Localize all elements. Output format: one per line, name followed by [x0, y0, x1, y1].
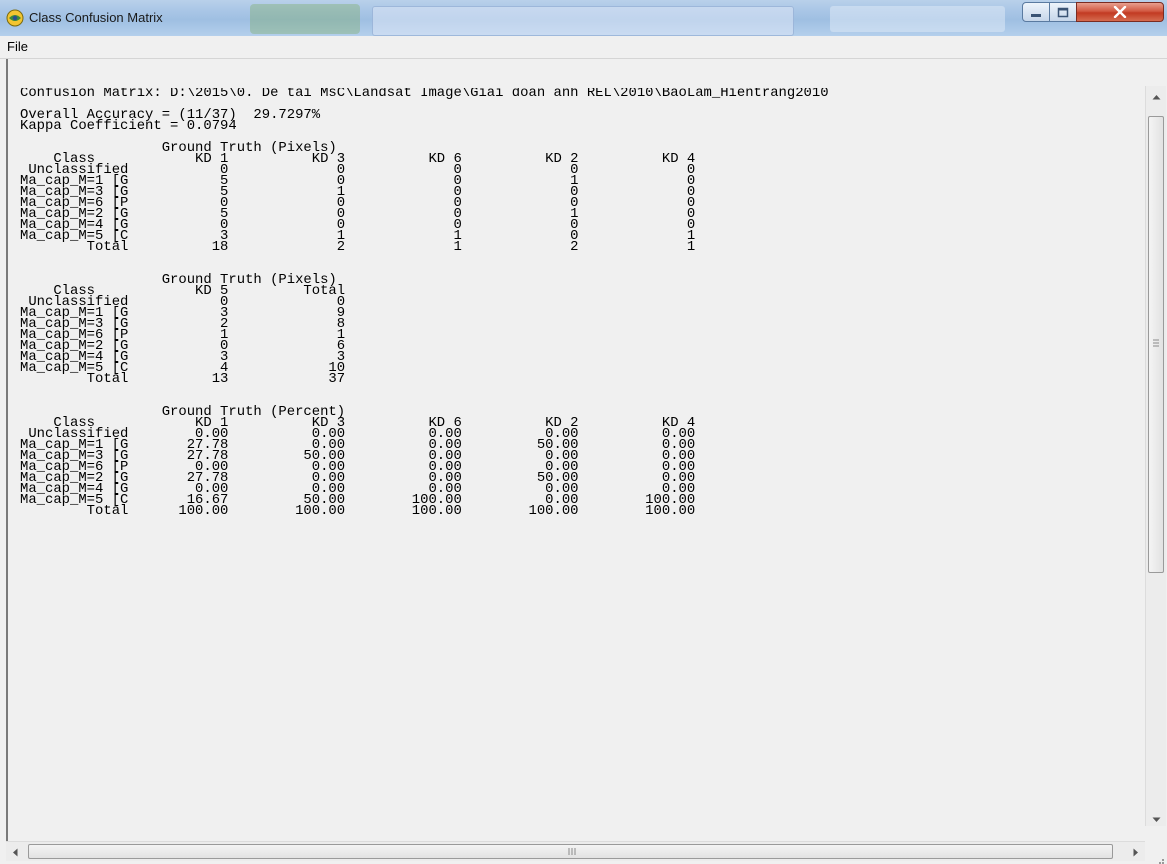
- report-line: Confusion Matrix: D:\2015\0. De tai MsC\…: [20, 88, 829, 101]
- scroll-up-button[interactable]: [1146, 86, 1166, 103]
- confusion-matrix-window: Class Confusion Matrix File Confusion Ma…: [0, 0, 1167, 864]
- background-tab-blur: [830, 6, 1005, 32]
- minimize-button[interactable]: [1022, 2, 1050, 22]
- arrow-up-icon: [1152, 85, 1161, 104]
- menu-file[interactable]: File: [7, 39, 28, 54]
- horizontal-scroll-thumb[interactable]: [28, 844, 1113, 859]
- arrow-right-icon: [1133, 842, 1139, 861]
- arrow-down-icon: [1152, 808, 1161, 827]
- report-line: Total 100.00 100.00 100.00 100.00 100.00: [20, 503, 696, 519]
- horizontal-scrollbar[interactable]: [6, 841, 1145, 861]
- scroll-down-button[interactable]: [1146, 809, 1166, 826]
- close-icon: [1113, 3, 1127, 22]
- close-button[interactable]: [1076, 2, 1164, 22]
- report-line: Kappa Coefficient = 0.0794: [20, 118, 237, 134]
- envi-app-icon: [6, 9, 24, 27]
- resize-grip-icon[interactable]: [1153, 850, 1165, 864]
- menu-bar: File: [0, 36, 1167, 59]
- scroll-right-button[interactable]: [1127, 842, 1145, 861]
- minimize-icon: [1030, 3, 1042, 22]
- maximize-button[interactable]: [1049, 2, 1077, 22]
- window-title: Class Confusion Matrix: [29, 10, 163, 25]
- report-line: Total 13 37: [20, 371, 346, 387]
- report-line: Total 18 2 1 2 1: [20, 239, 696, 255]
- maximize-icon: [1057, 3, 1069, 22]
- background-taskbar-blur: [250, 4, 360, 34]
- arrow-left-icon: [12, 842, 18, 861]
- title-bar[interactable]: Class Confusion Matrix: [0, 0, 1167, 37]
- background-window-blur: [372, 6, 794, 36]
- report-text: Confusion Matrix: D:\2015\0. De tai MsC\…: [20, 88, 1135, 836]
- scroll-left-button[interactable]: [6, 842, 24, 861]
- vertical-scroll-thumb[interactable]: [1148, 116, 1164, 573]
- vertical-scrollbar[interactable]: [1145, 86, 1166, 826]
